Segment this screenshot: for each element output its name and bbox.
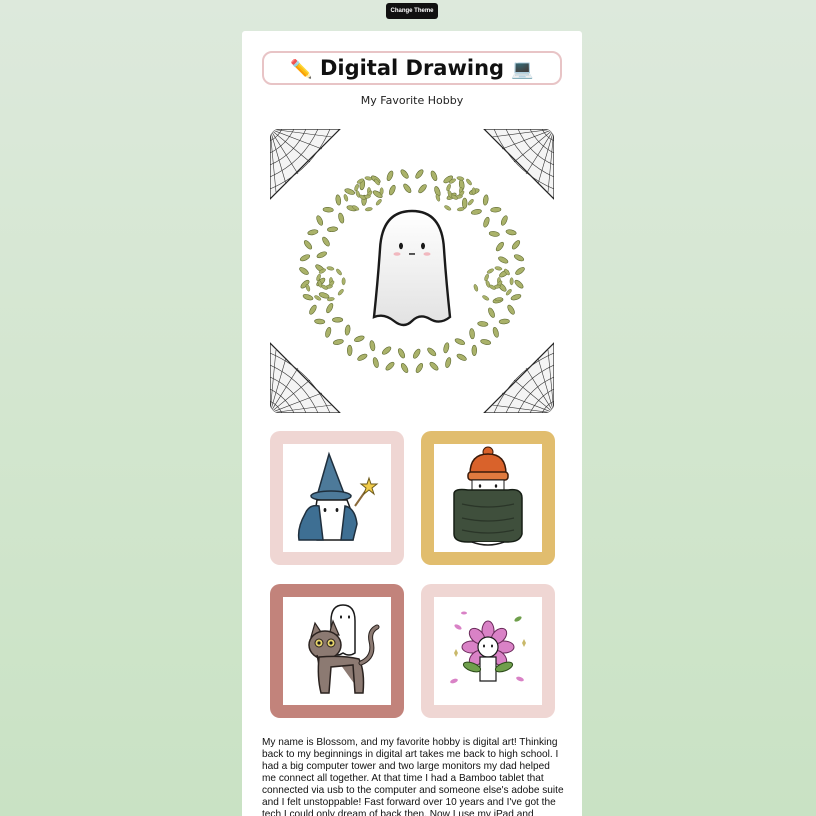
pencil-icon: ✏️ [290, 59, 313, 80]
cat-ghost-illustration [308, 604, 380, 694]
gallery-thumb-cat[interactable] [270, 584, 404, 718]
bio-text: My name is Blossom, and my favorite hobb… [262, 737, 564, 816]
page-subtitle: My Favorite Hobby [360, 94, 464, 107]
hero-ghost-image [270, 129, 554, 413]
gallery-thumb-wizard[interactable] [270, 431, 404, 565]
gallery-thumb-winter[interactable] [421, 431, 555, 565]
cobweb-bottom-right-icon [483, 342, 554, 413]
page-title-text: Digital Drawing [319, 56, 505, 80]
main-card: ✏️ Digital Drawing 💻 My Favorite Hobby M… [242, 31, 582, 816]
cobweb-bottom-left-icon [270, 342, 341, 413]
cobweb-top-left-icon [270, 129, 341, 200]
ghost-icon [372, 209, 452, 327]
bio-paragraph: My name is Blossom, and my favorite hobb… [262, 737, 564, 816]
flower-ghost-illustration [450, 611, 526, 684]
change-theme-button[interactable]: Change Theme [386, 3, 438, 19]
laptop-icon: 💻 [511, 59, 534, 80]
gallery-thumb-flower[interactable] [421, 584, 555, 718]
winter-ghost-illustration [453, 446, 523, 546]
cobweb-top-right-icon [483, 129, 554, 200]
wizard-ghost-illustration [297, 451, 379, 541]
ghost-wreath-cobweb-illustration [270, 129, 554, 413]
page-title: ✏️ Digital Drawing 💻 [262, 51, 562, 85]
